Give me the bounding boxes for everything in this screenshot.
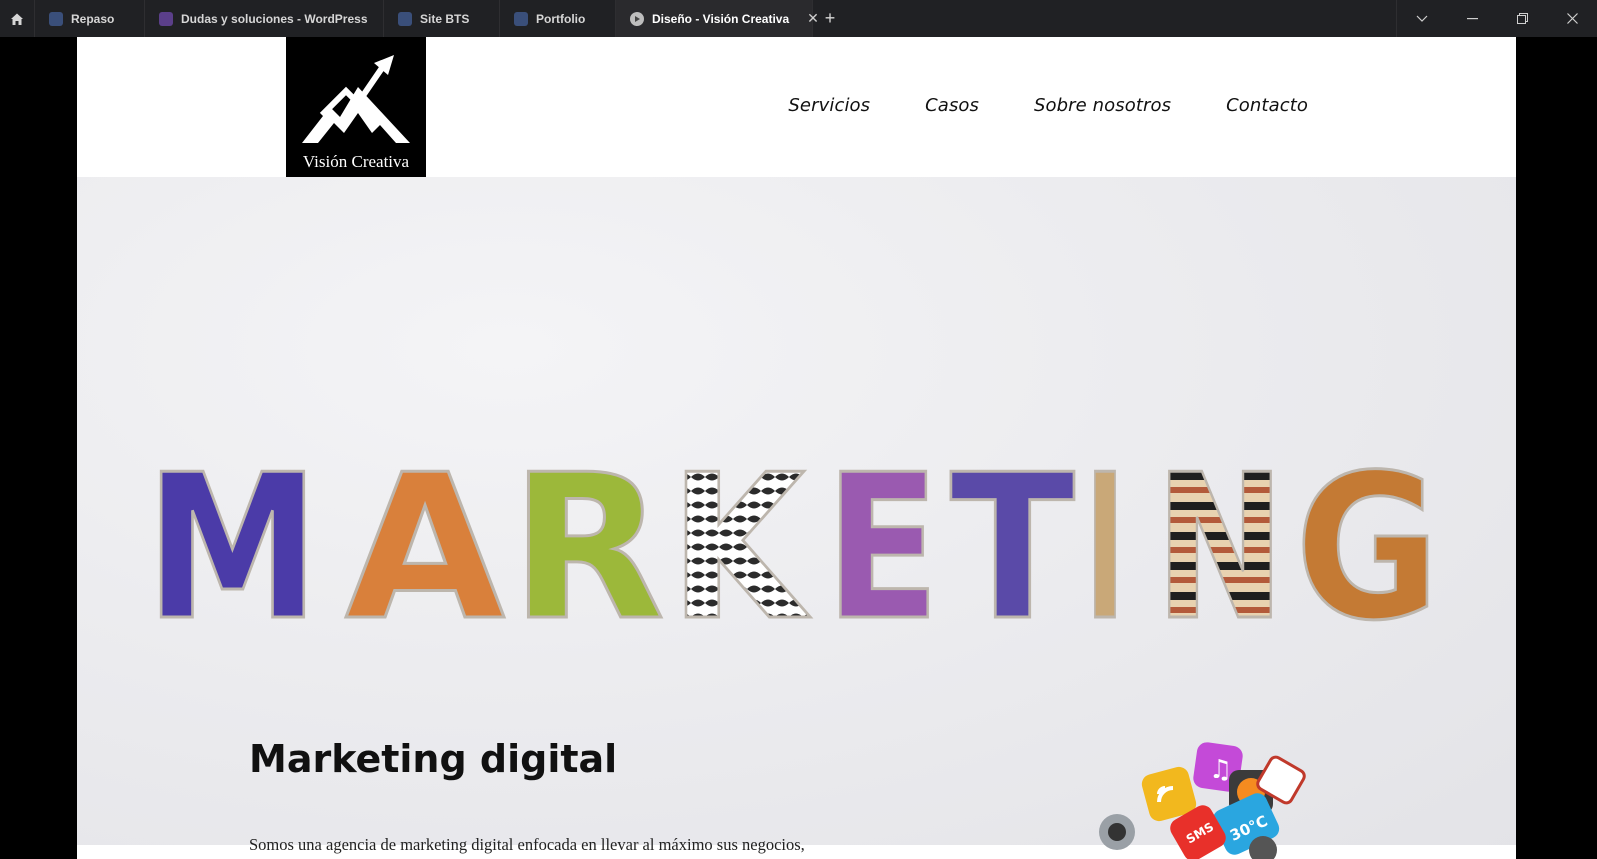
browser-tab-portfolio[interactable]: Portfolio [500, 0, 616, 37]
document-icon [514, 11, 528, 26]
browser-tab-diseno[interactable]: Diseño - Visión Creativa ✕ [616, 0, 819, 37]
main-nav: Servicios Casos Sobre nosotros Contacto [788, 95, 1308, 116]
home-icon[interactable] [0, 0, 35, 37]
mountain-logo-icon [302, 55, 410, 143]
nav-casos[interactable]: Casos [925, 95, 979, 116]
nav-servicios[interactable]: Servicios [788, 95, 870, 116]
restore-icon[interactable] [1497, 0, 1547, 37]
close-window-icon[interactable] [1547, 0, 1597, 37]
document-icon [49, 11, 63, 26]
hero-letter: M [145, 442, 320, 632]
document-icon [159, 11, 173, 26]
site-logo[interactable]: Visión Creativa [286, 37, 426, 177]
browser-tab-site-bts[interactable]: Site BTS [384, 0, 500, 37]
nav-sobre-nosotros[interactable]: Sobre nosotros [1034, 95, 1171, 116]
browser-tab-wordpress[interactable]: Dudas y soluciones - WordPress [145, 0, 384, 37]
play-icon [630, 11, 644, 26]
tab-label: Site BTS [420, 11, 470, 26]
hero-letter: T [950, 442, 1075, 632]
hero-letter: A [345, 442, 505, 632]
hero-letter: I [1085, 442, 1125, 632]
nav-contacto[interactable]: Contacto [1226, 95, 1308, 116]
hero-letter: N [1155, 442, 1285, 632]
tab-list-chevron-icon[interactable] [1396, 0, 1447, 37]
minimize-icon[interactable] [1447, 0, 1497, 37]
app-icons-illustration: ♫ 30°C SMS [1099, 742, 1306, 859]
logo-text: Visión Creativa [302, 152, 410, 171]
tab-label: Portfolio [536, 11, 586, 26]
tab-label: Dudas y soluciones - WordPress [181, 11, 368, 26]
hero-letter: G [1295, 442, 1440, 632]
section-title: Marketing digital [249, 737, 618, 781]
hero-letter: E [825, 442, 940, 632]
browser-tab-repaso[interactable]: Repaso [35, 0, 145, 37]
marketing-letters-image: MARKETING [145, 442, 1442, 632]
svg-text:♫: ♫ [1209, 755, 1232, 785]
hero-letter: K [670, 442, 811, 632]
new-tab-button[interactable]: + [813, 0, 847, 37]
hero-letter: R [510, 442, 665, 632]
web-page: Visión Creativa Servicios Casos Sobre no… [77, 37, 1516, 859]
site-header: Visión Creativa Servicios Casos Sobre no… [77, 37, 1516, 177]
tab-label: Diseño - Visión Creativa [652, 11, 790, 26]
tab-label: Repaso [71, 11, 115, 26]
browser-tab-strip: Repaso Dudas y soluciones - WordPress Si… [0, 0, 1597, 37]
document-icon [398, 11, 412, 26]
section-text: Somos una agencia de marketing digital e… [249, 835, 805, 854]
